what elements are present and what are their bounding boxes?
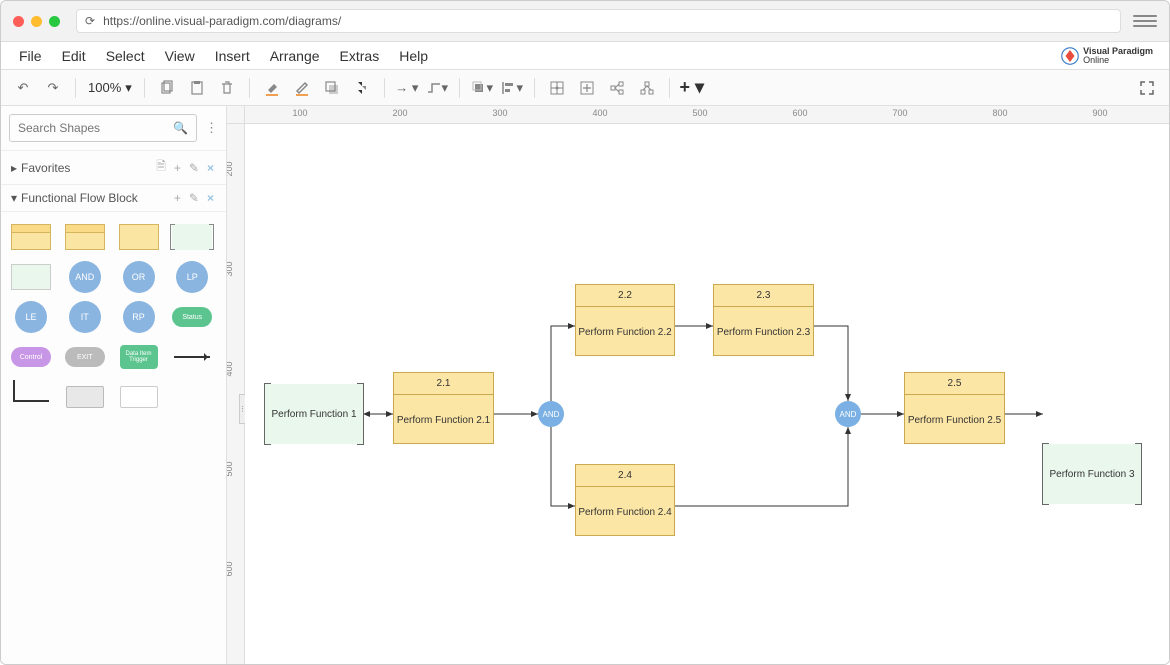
shape-control[interactable]: Control [9, 340, 53, 374]
shape-trigger[interactable]: Data Item Trigger [117, 340, 161, 374]
sidebar-splitter[interactable]: ⋮ [239, 394, 245, 424]
ruler-corner [227, 106, 245, 124]
node-and-1[interactable]: AND [538, 401, 564, 427]
ruler-horizontal: 100 200 300 400 500 600 700 800 900 [245, 106, 1169, 124]
node-2-3[interactable]: 2.3 Perform Function 2.3 [713, 284, 814, 356]
grid-button[interactable] [543, 74, 571, 102]
shape-function-block-2[interactable] [63, 220, 107, 254]
shape-it-gate[interactable]: IT [63, 300, 107, 334]
shape-le-gate[interactable]: LE [9, 300, 53, 334]
add-icon[interactable]: + [172, 161, 183, 175]
fit-button[interactable] [573, 74, 601, 102]
shadow-button[interactable] [318, 74, 346, 102]
window-close[interactable] [13, 16, 24, 27]
shape-exit[interactable]: EXIT [63, 340, 107, 374]
search-icon[interactable]: 🔍 [173, 121, 188, 135]
shape-function-block[interactable] [9, 220, 53, 254]
node-2-5[interactable]: 2.5 Perform Function 2.5 [904, 372, 1005, 444]
brand[interactable]: Visual ParadigmOnline [1061, 47, 1161, 65]
shape-or-gate[interactable]: OR [117, 260, 161, 294]
waypoints-button[interactable]: ▾ [423, 74, 451, 102]
node-ref-3[interactable]: Perform Function 3 [1043, 444, 1141, 504]
menu-insert[interactable]: Insert [205, 44, 260, 68]
shape-lp-gate[interactable]: LP [170, 260, 214, 294]
menu-extras[interactable]: Extras [330, 44, 390, 68]
shapes-grid: AND OR LP LE IT RP Status Control EXIT D… [1, 212, 226, 422]
menu-arrange[interactable]: Arrange [260, 44, 330, 68]
menu-view[interactable]: View [155, 44, 205, 68]
edit-icon[interactable]: ✎ [187, 161, 201, 175]
shapes-more-icon[interactable]: ⋮ [203, 120, 220, 136]
insert-button[interactable]: + ▾ [678, 74, 706, 102]
menu-edit[interactable]: Edit [52, 44, 96, 68]
save-icon[interactable]: 🗎 [154, 157, 168, 178]
shape-function-block-3[interactable] [117, 220, 161, 254]
chevron-down-icon: ▾ [11, 191, 17, 205]
shape-status[interactable]: Status [170, 300, 214, 334]
shape-and-gate[interactable]: AND [63, 260, 107, 294]
close-icon[interactable]: × [205, 191, 216, 205]
shape-rect-white[interactable] [117, 380, 161, 414]
tree-h-button[interactable] [603, 74, 631, 102]
shape-arrow[interactable] [170, 340, 214, 374]
chevron-right-icon: ▸ [11, 161, 17, 175]
browser-chrome: ⟳ https://online.visual-paradigm.com/dia… [1, 1, 1169, 42]
menu-file[interactable]: File [9, 44, 52, 68]
url-text: https://online.visual-paradigm.com/diagr… [103, 14, 341, 28]
chevron-down-icon: ▾ [125, 80, 132, 96]
canvas[interactable]: ⋮ [245, 124, 1169, 664]
add-icon[interactable]: + [172, 191, 183, 205]
tree-v-button[interactable] [633, 74, 661, 102]
style-button[interactable] [348, 74, 376, 102]
fullscreen-button[interactable] [1133, 74, 1161, 102]
node-2-1[interactable]: 2.1 Perform Function 2.1 [393, 372, 494, 444]
search-shapes-input[interactable]: 🔍 [9, 114, 197, 142]
node-ref-1[interactable]: Perform Function 1 [265, 384, 363, 444]
browser-menu-icon[interactable] [1133, 11, 1157, 31]
redo-button[interactable]: ↷ [39, 74, 67, 102]
line-color-button[interactable] [288, 74, 316, 102]
window-minimize[interactable] [31, 16, 42, 27]
undo-button[interactable]: ↶ [9, 74, 37, 102]
window-controls [13, 16, 60, 27]
url-bar[interactable]: ⟳ https://online.visual-paradigm.com/dia… [76, 9, 1121, 33]
menu-help[interactable]: Help [389, 44, 438, 68]
node-2-4[interactable]: 2.4 Perform Function 2.4 [575, 464, 675, 536]
shape-step[interactable] [9, 380, 53, 414]
copy-button[interactable] [153, 74, 181, 102]
zoom-dropdown[interactable]: 100%▾ [84, 80, 136, 96]
fill-color-button[interactable] [258, 74, 286, 102]
delete-button[interactable] [213, 74, 241, 102]
edit-icon[interactable]: ✎ [187, 191, 201, 205]
node-2-2[interactable]: 2.2 Perform Function 2.2 [575, 284, 675, 356]
node-and-2[interactable]: AND [835, 401, 861, 427]
to-front-button[interactable]: ▾ [468, 74, 496, 102]
connection-button[interactable]: → ▾ [393, 74, 421, 102]
palette-ffb[interactable]: ▾ Functional Flow Block + ✎ × [1, 185, 226, 212]
palette-favorites[interactable]: ▸ Favorites 🗎 + ✎ × [1, 151, 226, 185]
reload-icon[interactable]: ⟳ [85, 14, 95, 28]
canvas-wrap: 100 200 300 400 500 600 700 800 900 200 … [227, 106, 1169, 664]
shape-reference-block[interactable] [170, 220, 214, 254]
toolbar: ↶ ↷ 100%▾ → ▾ ▾ ▾ ▾ + ▾ [1, 70, 1169, 106]
menubar: File Edit Select View Insert Arrange Ext… [1, 42, 1169, 70]
window-maximize[interactable] [49, 16, 60, 27]
sidebar: 🔍 ⋮ ▸ Favorites 🗎 + ✎ × ▾ Functional Flo… [1, 106, 227, 664]
paste-button[interactable] [183, 74, 211, 102]
shape-reference-block-2[interactable] [9, 260, 53, 294]
shape-rp-gate[interactable]: RP [117, 300, 161, 334]
align-button[interactable]: ▾ [498, 74, 526, 102]
brand-logo-icon [1061, 47, 1079, 65]
shape-rect-gray[interactable] [63, 380, 107, 414]
menu-select[interactable]: Select [96, 44, 155, 68]
close-icon[interactable]: × [205, 161, 216, 175]
